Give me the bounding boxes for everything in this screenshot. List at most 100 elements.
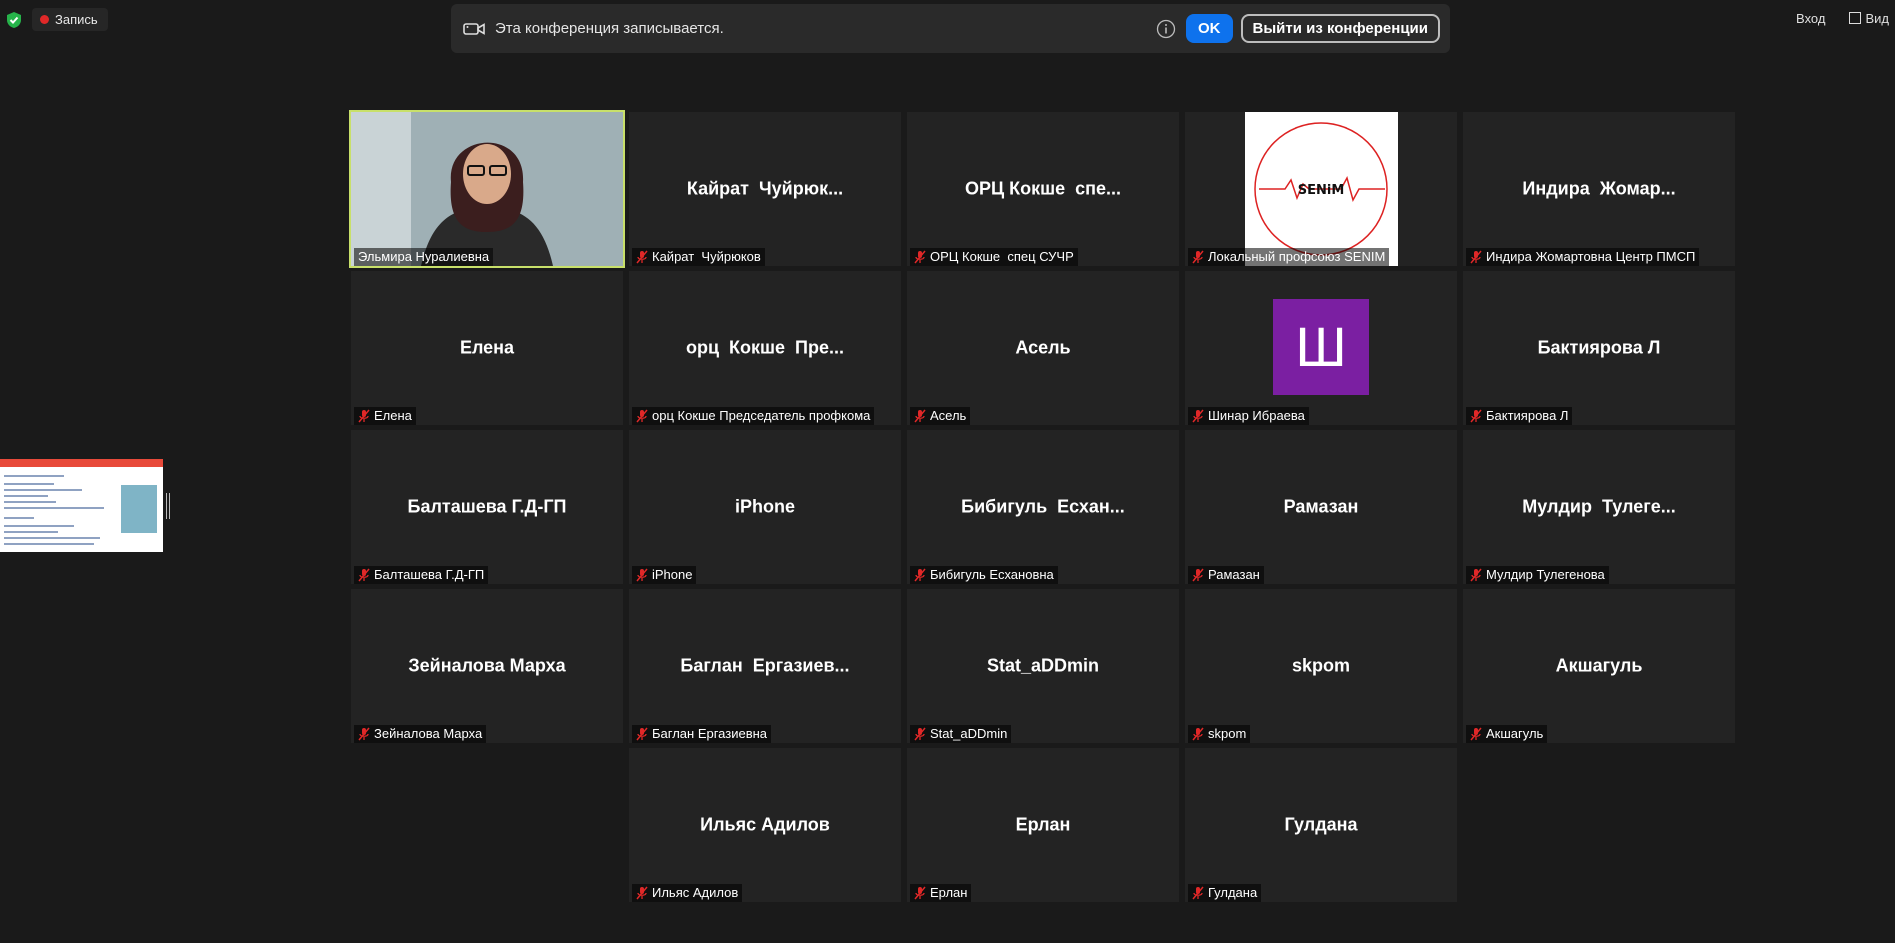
slide-text-line (4, 483, 54, 485)
participant-display-name: Ерлан (1015, 814, 1071, 835)
senim-logo-avatar: SENiM (1245, 112, 1398, 266)
participant-name-label: iPhone (632, 566, 697, 584)
participant-tile[interactable]: skpom skpom (1185, 589, 1457, 743)
slide-text-line (4, 501, 56, 503)
leave-meeting-button[interactable]: Выйти из конференции (1240, 14, 1440, 43)
participant-tile[interactable]: Баглан Ергазиев... Баглан Ергазиевна (629, 589, 901, 743)
muted-mic-icon (636, 568, 648, 582)
muted-mic-icon (636, 250, 648, 264)
slide-text-line (4, 537, 100, 539)
muted-mic-icon (914, 727, 926, 741)
slide-text-line (4, 489, 82, 491)
slide-text-line (4, 517, 34, 519)
participant-name-text: Эльмира Нуралиевна (358, 249, 490, 264)
participant-tile[interactable]: SENiM Локальный профсоюз SENIM (1185, 112, 1457, 266)
participant-tile[interactable]: Мулдир Тулеге... Мулдир Тулегенова (1463, 430, 1735, 584)
participant-name-label: Зейналова Марха (354, 725, 487, 743)
muted-mic-icon (358, 568, 370, 582)
muted-mic-icon (358, 409, 370, 423)
participant-tile[interactable]: орц Кокше Пре... орц Кокше Председатель п… (629, 271, 901, 425)
muted-mic-icon (1192, 886, 1204, 900)
participant-name-label: Балташева Г.Д-ГП (354, 566, 489, 584)
participant-name-text: skpom (1208, 726, 1247, 741)
participant-name-label: Рамазан (1188, 566, 1264, 584)
view-button[interactable]: Вид (1843, 8, 1895, 29)
participant-tile[interactable]: iPhone iPhone (629, 430, 901, 584)
participant-display-name: Бактиярова Л (1537, 337, 1661, 358)
muted-mic-icon (1192, 568, 1204, 582)
participant-display-name: Рамазан (1283, 496, 1359, 517)
muted-mic-icon (1470, 568, 1482, 582)
participant-tile[interactable]: Кайрат Чуйрюк... Кайрат Чуйрюков (629, 112, 901, 266)
participant-display-name: Гулдана (1284, 814, 1358, 835)
participant-tile[interactable]: Ильяс Адилов Ильяс Адилов (629, 748, 901, 902)
participant-video (351, 112, 623, 266)
participant-display-name: Ильяс Адилов (700, 814, 830, 835)
participant-tile[interactable]: Гулдана Гулдана (1185, 748, 1457, 902)
participant-tile[interactable]: Stat_aDDmin Stat_aDDmin (907, 589, 1179, 743)
participant-display-name: Балташева Г.Д-ГП (407, 496, 567, 517)
participant-tile[interactable]: Бактиярова Л Бактиярова Л (1463, 271, 1735, 425)
participant-name-label: Ильяс Адилов (632, 884, 743, 902)
participant-display-name: Акшагуль (1555, 655, 1643, 676)
participant-display-name: iPhone (734, 496, 795, 517)
participant-name-label: Локальный профсоюз SENIM (1188, 248, 1390, 266)
participant-tile[interactable]: Асель Асель (907, 271, 1179, 425)
participant-tile[interactable]: Акшагуль Акшагуль (1463, 589, 1735, 743)
svg-text:SENiM: SENiM (1298, 183, 1345, 198)
participant-name-text: Елена (374, 408, 412, 423)
recording-notification-banner: Эта конференция записывается. OK Выйти и… (451, 4, 1450, 53)
participant-name-text: Бактиярова Л (1486, 408, 1569, 423)
participant-tile[interactable]: Зейналова Марха Зейналова Марха (351, 589, 623, 743)
participant-name-text: Асель (930, 408, 967, 423)
participant-tile[interactable]: Ерлан Ерлан (907, 748, 1179, 902)
participant-name-text: ОРЦ Кокше спец СУЧР (930, 249, 1074, 264)
view-grid-icon (1849, 12, 1862, 24)
muted-mic-icon (636, 886, 648, 900)
participant-display-name: skpom (1291, 655, 1351, 676)
participant-name-text: Рамазан (1208, 567, 1260, 582)
security-shield-icon[interactable] (6, 11, 22, 29)
participant-name-label: skpom (1188, 725, 1251, 743)
participant-name-text: Ерлан (930, 885, 968, 900)
participant-name-label: Ерлан (910, 884, 972, 902)
participant-tile[interactable]: ОРЦ Кокше спе... ОРЦ Кокше спец СУЧР (907, 112, 1179, 266)
participant-display-name: Мулдир Тулеге... (1522, 496, 1676, 517)
ok-button[interactable]: OK (1186, 14, 1233, 43)
muted-mic-icon (636, 727, 648, 741)
participant-display-name: ОРЦ Кокше спе... (964, 178, 1122, 199)
participant-name-label: Асель (910, 407, 971, 425)
slide-text-line (4, 495, 48, 497)
participant-name-label: Мулдир Тулегенова (1466, 566, 1609, 584)
participant-name-label: Гулдана (1188, 884, 1262, 902)
shared-screen-thumbnail[interactable] (0, 459, 163, 552)
participant-display-name: Индира Жомар... (1522, 178, 1676, 199)
slide-text-line (4, 531, 58, 533)
participant-name-text: Кайрат Чуйрюков (652, 249, 761, 264)
panel-resize-handle[interactable] (166, 493, 170, 519)
muted-mic-icon (1192, 250, 1204, 264)
participant-tile[interactable]: Балташева Г.Д-ГП Балташева Г.Д-ГП (351, 430, 623, 584)
recording-dot-icon (40, 15, 49, 24)
top-right-controls: Вход Вид (1790, 8, 1895, 29)
muted-mic-icon (1192, 727, 1204, 741)
info-icon[interactable] (1156, 19, 1176, 39)
participant-tile[interactable]: Ш Шинар Ибраева (1185, 271, 1457, 425)
participant-name-text: Stat_aDDmin (930, 726, 1008, 741)
participant-name-text: Баглан Ергазиевна (652, 726, 768, 741)
participant-tile[interactable]: Рамазан Рамазан (1185, 430, 1457, 584)
recording-indicator[interactable]: Запись (32, 8, 108, 31)
muted-mic-icon (1192, 409, 1204, 423)
participant-name-label: Бактиярова Л (1466, 407, 1573, 425)
participant-name-text: орц Кокше Председатель профкома (652, 408, 871, 423)
participant-display-name: Кайрат Чуйрюк... (686, 178, 844, 199)
participant-tile[interactable]: Индира Жомар... Индира Жомартовна Центр П… (1463, 112, 1735, 266)
signin-button[interactable]: Вход (1790, 8, 1831, 29)
muted-mic-icon (914, 409, 926, 423)
participant-tile[interactable]: Елена Елена (351, 271, 623, 425)
top-left-controls: Запись (6, 8, 108, 31)
muted-mic-icon (1470, 250, 1482, 264)
slide-header-bar (0, 459, 163, 467)
participant-tile[interactable]: Бибигуль Есхан... Бибигуль Есхановна (907, 430, 1179, 584)
participant-tile[interactable]: Эльмира Нуралиевна (349, 110, 625, 268)
